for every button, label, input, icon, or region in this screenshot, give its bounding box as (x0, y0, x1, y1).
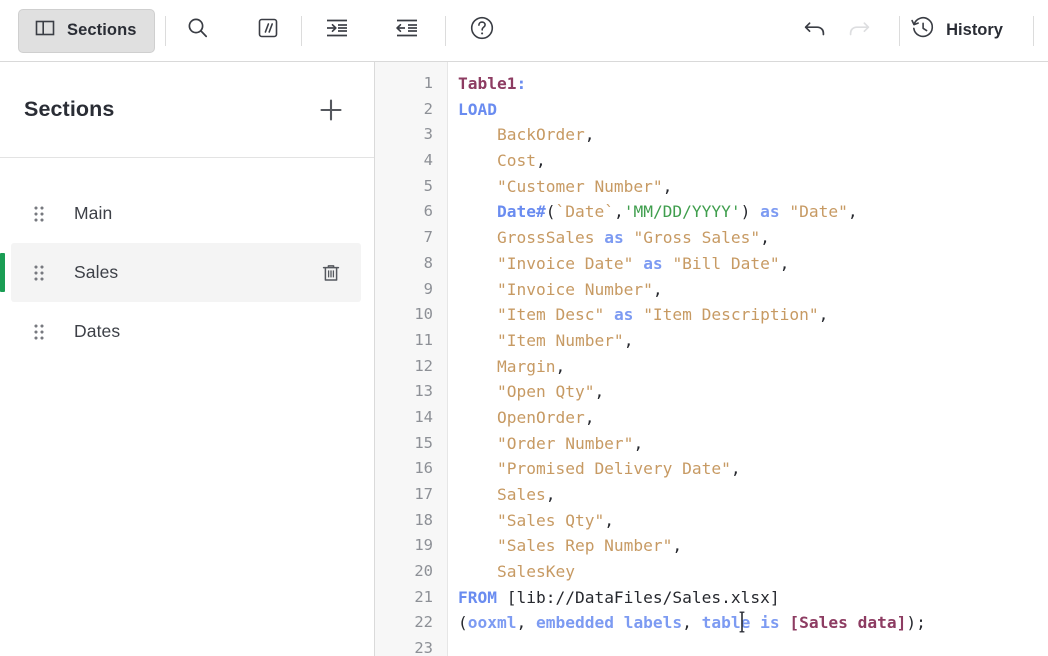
search-button[interactable] (176, 9, 220, 53)
script-editor-window: Sections History Sections Main Sales Dat… (0, 0, 1048, 656)
toolbar-divider-1 (164, 15, 166, 46)
code-line: "Order Number", (496, 433, 644, 453)
code-line: "Invoice Date" as "Bill Date", (496, 253, 790, 273)
line-number: 22 (414, 613, 433, 632)
add-section-button[interactable] (314, 93, 348, 127)
code-line: BackOrder, (496, 125, 595, 145)
toolbar-divider-5 (1033, 15, 1034, 46)
line-number: 5 (423, 176, 433, 195)
search-icon (185, 15, 211, 46)
code-line: "Open Qty", (496, 382, 605, 402)
sidebar-item-dates[interactable]: Dates (11, 302, 361, 361)
code-line: "Item Desc" as "Item Description", (496, 305, 829, 325)
line-number: 15 (414, 433, 433, 452)
sidebar-item-label: Sales (74, 262, 119, 282)
sidebar-item-label: Main (74, 203, 113, 223)
redo-button[interactable] (837, 9, 881, 53)
history-label: History (946, 21, 1003, 39)
code-line: "Item Number", (496, 330, 634, 350)
undo-button[interactable] (793, 9, 837, 53)
code-line: Table1: (458, 74, 527, 93)
code-line: Margin, (496, 356, 566, 376)
line-number: 11 (414, 330, 433, 349)
undo-arrow-icon (801, 14, 829, 47)
drag-handle-icon[interactable] (32, 263, 46, 283)
code-line: "Sales Qty", (496, 510, 614, 530)
code-line: (ooxml, embedded labels, table is [Sales… (458, 613, 926, 633)
sidebar-item-label: Dates (74, 321, 121, 341)
code-line: Sales, (496, 485, 556, 504)
code-line: GrossSales as "Gross Sales", (496, 228, 770, 248)
line-number: 17 (414, 485, 433, 503)
code-line: "Customer Number", (496, 176, 673, 196)
line-number: 13 (414, 382, 433, 401)
toolbar-left-group: Sections (18, 8, 504, 53)
help-circle-icon (468, 14, 496, 47)
indent-decrease-icon (393, 14, 421, 47)
toolbar-right-group: History (793, 9, 1034, 53)
comment-slashes-icon (255, 15, 281, 46)
line-number: 12 (414, 356, 433, 375)
sections-list: Main Sales Dates (0, 158, 374, 361)
line-number: 19 (414, 536, 433, 555)
line-number: 9 (423, 279, 433, 298)
toolbar-divider-2 (300, 15, 302, 46)
code-line: "Invoice Number", (496, 279, 663, 299)
code-line: FROM [lib://DataFiles/Sales.xlsx] (458, 587, 780, 607)
line-number: 16 (414, 459, 433, 478)
redo-arrow-icon (845, 14, 873, 47)
line-number: 21 (414, 587, 433, 606)
code-line: Cost, (496, 151, 546, 171)
indent-decrease-button[interactable] (385, 9, 429, 53)
sections-toggle-button[interactable]: Sections (18, 8, 155, 53)
line-number: 6 (423, 202, 433, 221)
panel-layout-icon (34, 17, 56, 44)
sidebar-item-main[interactable]: Main (11, 184, 361, 243)
selection-accent-bar (0, 253, 5, 292)
line-number: 8 (423, 253, 433, 272)
line-number: 2 (423, 99, 433, 118)
line-number: 4 (423, 151, 433, 170)
code-line: SalesKey (496, 562, 575, 582)
line-number: 20 (414, 562, 433, 581)
line-number: 3 (423, 125, 433, 144)
line-number: 10 (414, 305, 433, 324)
history-clock-icon (910, 15, 936, 46)
code-line: Date#(`Date`,'MM/DD/YYYY') as "Date", (496, 202, 858, 222)
drag-handle-icon[interactable] (32, 204, 46, 224)
sidebar-title: Sections (24, 97, 115, 121)
line-number: 23 (414, 639, 433, 656)
editor-body: Sections Main Sales Dates 1 2 3 4 5 6 7 … (0, 62, 1048, 656)
indent-increase-button[interactable] (315, 9, 359, 53)
history-button[interactable]: History (900, 9, 1015, 53)
code-content-area[interactable]: Table1: LOAD BackOrder, Cost, "Customer N… (448, 62, 1048, 656)
sections-toggle-label: Sections (67, 21, 137, 39)
sections-sidebar: Sections Main Sales Dates (0, 62, 375, 656)
code-line: LOAD (458, 99, 497, 119)
plus-icon (320, 98, 342, 121)
editor-toolbar: Sections History (0, 0, 1048, 62)
help-button[interactable] (460, 9, 504, 53)
toggle-comment-button[interactable] (246, 9, 290, 53)
sidebar-header: Sections (0, 62, 374, 158)
sidebar-item-sales[interactable]: Sales (0, 243, 361, 302)
line-number: 14 (414, 407, 433, 426)
trash-icon (322, 264, 340, 281)
code-line: "Promised Delivery Date", (496, 459, 741, 479)
toolbar-divider-3 (444, 15, 446, 46)
indent-increase-icon (323, 14, 351, 47)
line-number: 1 (423, 74, 433, 92)
line-number: 7 (423, 228, 433, 247)
drag-handle-icon[interactable] (32, 322, 46, 342)
code-line: OpenOrder, (496, 407, 595, 427)
line-number-gutter: 1 2 3 4 5 6 7 8 9 10 11 12 13 14 15 16 17 18 19 20 21 22 23 (375, 62, 448, 656)
code-line: "Sales Rep Number", (496, 536, 683, 556)
line-number: 18 (414, 510, 433, 529)
script-code-editor[interactable]: 1 2 3 4 5 6 7 8 9 10 11 12 13 14 15 16 17 18 19 20 21 22 23 Ta… (375, 62, 1048, 656)
delete-section-button[interactable] (317, 259, 345, 287)
